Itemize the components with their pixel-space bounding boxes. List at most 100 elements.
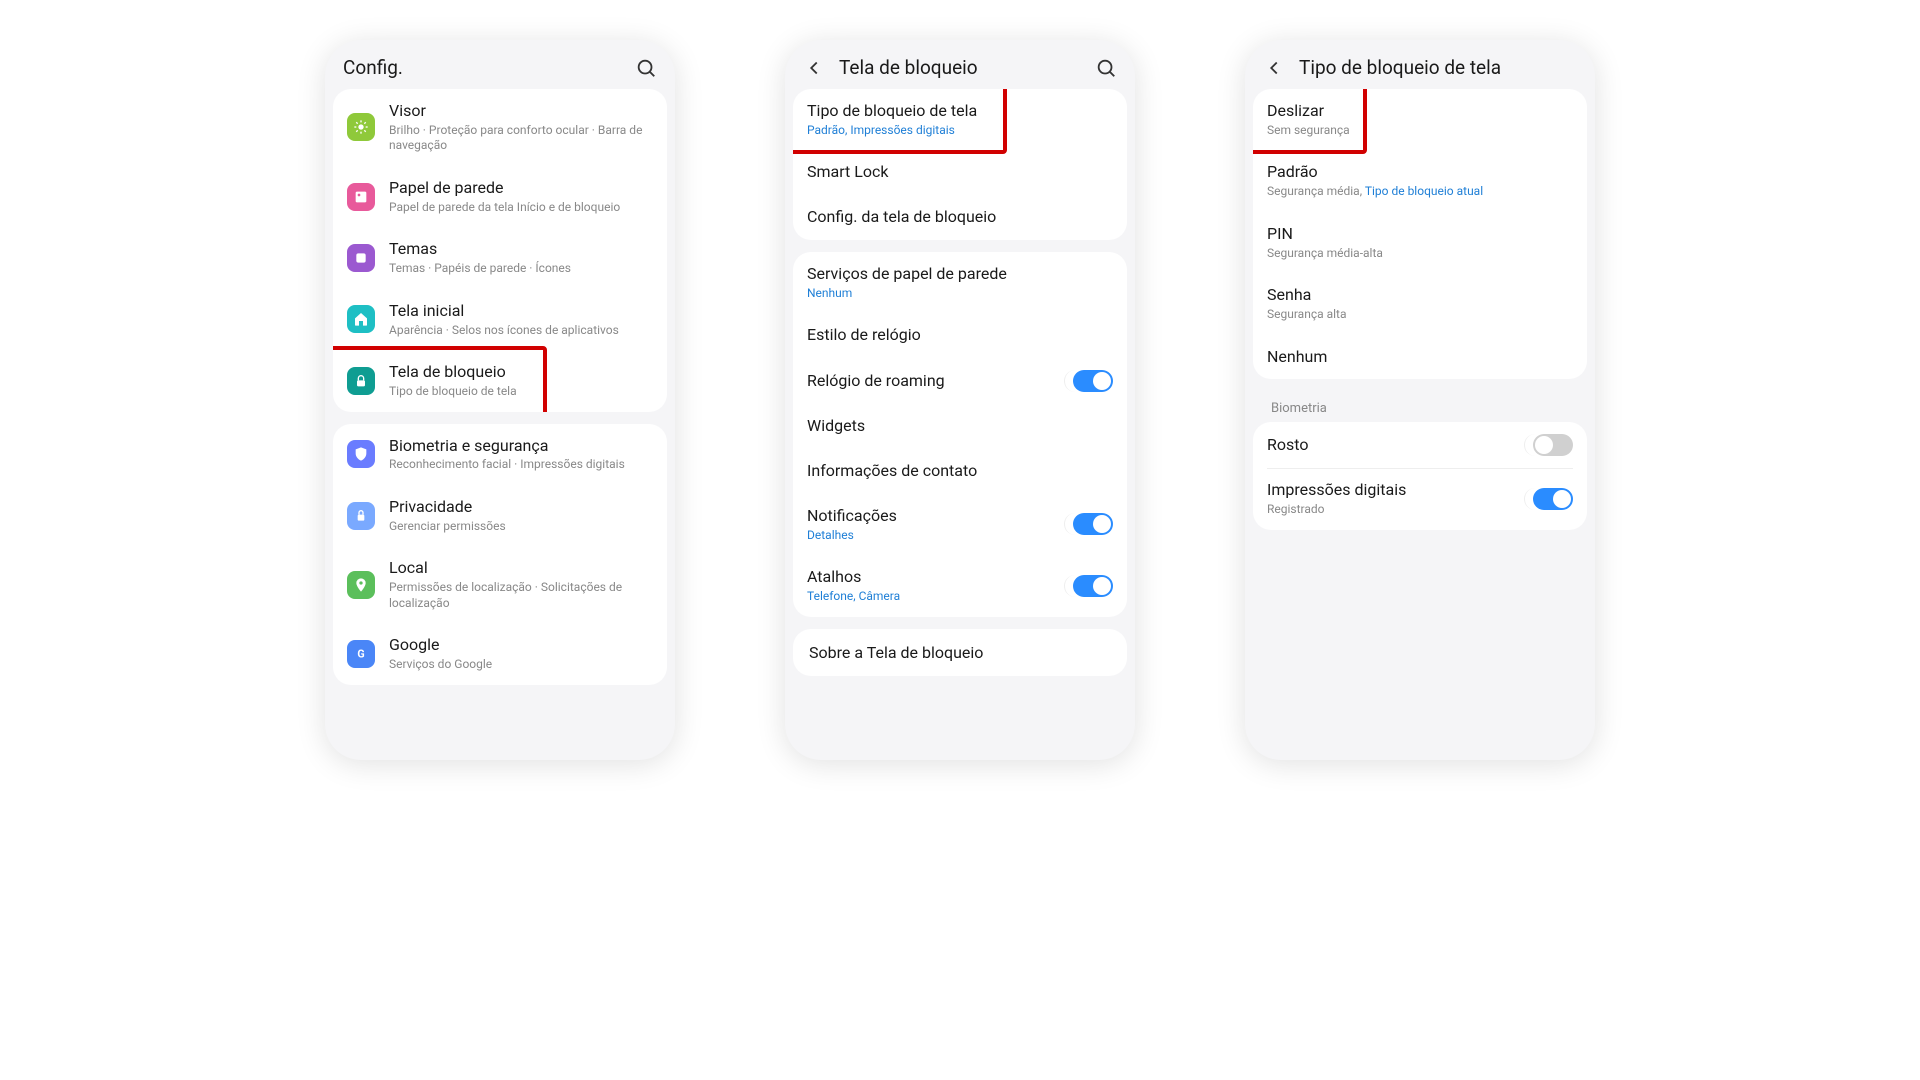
settings-item-widgets[interactable]: Widgets <box>793 404 1127 449</box>
item-title: Deslizar <box>1267 101 1573 122</box>
settings-item-privacy[interactable]: Privacidade Gerenciar permissões <box>333 485 667 546</box>
shield-icon <box>347 440 375 468</box>
item-subtitle: Papel de parede da tela Início e de bloq… <box>389 200 653 216</box>
current-lock-label: Tipo de bloqueio atual <box>1365 184 1483 198</box>
search-icon[interactable] <box>635 57 657 79</box>
settings-item-visor[interactable]: Visor Brilho · Proteção para conforto oc… <box>333 89 667 166</box>
header: Config. <box>325 40 675 89</box>
item-text: Biometria e segurança Reconhecimento fac… <box>389 436 653 473</box>
settings-item-lock-type[interactable]: Tipo de bloqueio de tela Padrão, Impress… <box>793 89 1127 150</box>
item-title: Padrão <box>1267 162 1573 183</box>
item-title: Serviços de papel de parede <box>807 264 1113 285</box>
back-icon[interactable] <box>803 57 825 79</box>
page-title: Tela de bloqueio <box>839 56 1095 79</box>
item-text: Atalhos Telefone, Câmera <box>807 567 1050 604</box>
item-text: Tela de bloqueio Tipo de bloqueio de tel… <box>389 362 653 399</box>
toggle[interactable] <box>1064 370 1113 392</box>
settings-group: Serviços de papel de parede Nenhum Estil… <box>793 252 1127 617</box>
item-text: Notificações Detalhes <box>807 506 1050 543</box>
settings-item-wallpaper-svc[interactable]: Serviços de papel de parede Nenhum <box>793 252 1127 313</box>
settings-item-wallpaper[interactable]: Papel de parede Papel de parede da tela … <box>333 166 667 227</box>
locktype-item-none[interactable]: Nenhum <box>1253 335 1587 380</box>
item-title: Relógio de roaming <box>807 371 1050 392</box>
toggle[interactable] <box>1064 575 1113 597</box>
item-title: Impressões digitais <box>1267 480 1510 501</box>
item-subtitle: Segurança média-alta <box>1267 246 1573 262</box>
phone-lockscreen: Tela de bloqueio Tipo de bloqueio de tel… <box>785 40 1135 760</box>
locktype-list: Deslizar Sem segurança Padrão Segurança … <box>1245 89 1595 760</box>
settings-item-shortcuts[interactable]: Atalhos Telefone, Câmera <box>793 555 1127 616</box>
item-subtitle: Serviços do Google <box>389 657 653 673</box>
settings-item-contact-info[interactable]: Informações de contato <box>793 449 1127 494</box>
back-icon[interactable] <box>1263 57 1285 79</box>
privacy-icon <box>347 502 375 530</box>
item-text: Papel de parede Papel de parede da tela … <box>389 178 653 215</box>
settings-item-about[interactable]: Sobre a Tela de bloqueio <box>793 629 1127 676</box>
settings-item-roaming-clock[interactable]: Relógio de roaming <box>793 358 1127 404</box>
item-subtitle: Brilho · Proteção para conforto ocular ·… <box>389 123 653 154</box>
settings-item-home[interactable]: Tela inicial Aparência · Selos nos ícone… <box>333 289 667 350</box>
item-subtitle: Segurança média, Tipo de bloqueio atual <box>1267 184 1573 200</box>
page-title: Tipo de bloqueio de tela <box>1299 56 1577 79</box>
settings-item-lock[interactable]: Tela de bloqueio Tipo de bloqueio de tel… <box>333 350 667 411</box>
item-title: Local <box>389 558 653 579</box>
item-text: Rosto <box>1267 435 1510 456</box>
item-subtitle: Reconhecimento facial · Impressões digit… <box>389 457 653 473</box>
item-title: Estilo de relógio <box>807 325 1113 346</box>
toggle[interactable] <box>1064 513 1113 535</box>
locktype-item-swipe[interactable]: Deslizar Sem segurança <box>1253 89 1587 150</box>
locktype-item-pattern[interactable]: Padrão Segurança média, Tipo de bloqueio… <box>1253 150 1587 211</box>
biometrics-group: Rosto Impressões digitais Registrado <box>1253 422 1587 529</box>
image-icon <box>347 183 375 211</box>
toggle[interactable] <box>1524 488 1573 510</box>
item-title: Papel de parede <box>389 178 653 199</box>
item-subtitle: Detalhes <box>807 528 1050 544</box>
svg-text:G: G <box>357 647 364 660</box>
item-title: Visor <box>389 101 653 122</box>
item-text: Google Serviços do Google <box>389 635 653 672</box>
settings-list: Visor Brilho · Proteção para conforto oc… <box>325 89 675 760</box>
pin-icon <box>347 571 375 599</box>
item-text: Temas Temas · Papéis de parede · Ícones <box>389 239 653 276</box>
biometric-item-face[interactable]: Rosto <box>1253 422 1587 468</box>
item-subtitle: Nenhum <box>807 286 1113 302</box>
item-title: Notificações <box>807 506 1050 527</box>
locktype-item-pin[interactable]: PIN Segurança média-alta <box>1253 212 1587 273</box>
section-label-biometrics: Biometria <box>1253 391 1587 422</box>
item-text: Senha Segurança alta <box>1267 285 1573 322</box>
settings-group: Biometria e segurança Reconhecimento fac… <box>333 424 667 685</box>
settings-item-lock-config[interactable]: Config. da tela de bloqueio <box>793 195 1127 240</box>
toggle[interactable] <box>1524 434 1573 456</box>
phone-settings: Config. Visor Brilho · Proteção para con… <box>325 40 675 760</box>
item-title: Privacidade <box>389 497 653 518</box>
lock-icon <box>347 367 375 395</box>
item-subtitle: Aparência · Selos nos ícones de aplicati… <box>389 323 653 339</box>
item-title: Widgets <box>807 416 1113 437</box>
settings-item-notifications[interactable]: Notificações Detalhes <box>793 494 1127 555</box>
item-title: Nenhum <box>1267 347 1573 368</box>
settings-item-clock-style[interactable]: Estilo de relógio <box>793 313 1127 358</box>
page-title: Config. <box>343 56 635 79</box>
item-title: Atalhos <box>807 567 1050 588</box>
lockscreen-list: Tipo de bloqueio de tela Padrão, Impress… <box>785 89 1135 760</box>
settings-item-biometrics[interactable]: Biometria e segurança Reconhecimento fac… <box>333 424 667 485</box>
item-subtitle: Sem segurança <box>1267 123 1573 139</box>
header: Tela de bloqueio <box>785 40 1135 89</box>
item-title: Google <box>389 635 653 656</box>
biometric-item-fingerprint[interactable]: Impressões digitais Registrado <box>1253 468 1587 529</box>
item-text: Informações de contato <box>807 461 1113 482</box>
settings-item-location[interactable]: Local Permissões de localização · Solici… <box>333 546 667 623</box>
item-subtitle: Permissões de localização · Solicitações… <box>389 580 653 611</box>
settings-group: Tipo de bloqueio de tela Padrão, Impress… <box>793 89 1127 240</box>
item-text: Nenhum <box>1267 347 1573 368</box>
google-icon: G <box>347 640 375 668</box>
search-icon[interactable] <box>1095 57 1117 79</box>
item-title: Tela de bloqueio <box>389 362 653 383</box>
settings-item-smart-lock[interactable]: Smart Lock <box>793 150 1127 195</box>
item-subtitle: Temas · Papéis de parede · Ícones <box>389 261 653 277</box>
locktype-item-password[interactable]: Senha Segurança alta <box>1253 273 1587 334</box>
settings-item-themes[interactable]: Temas Temas · Papéis de parede · Ícones <box>333 227 667 288</box>
item-title: Senha <box>1267 285 1573 306</box>
settings-item-google[interactable]: G Google Serviços do Google <box>333 623 667 684</box>
phone-locktype: Tipo de bloqueio de tela Deslizar Sem se… <box>1245 40 1595 760</box>
